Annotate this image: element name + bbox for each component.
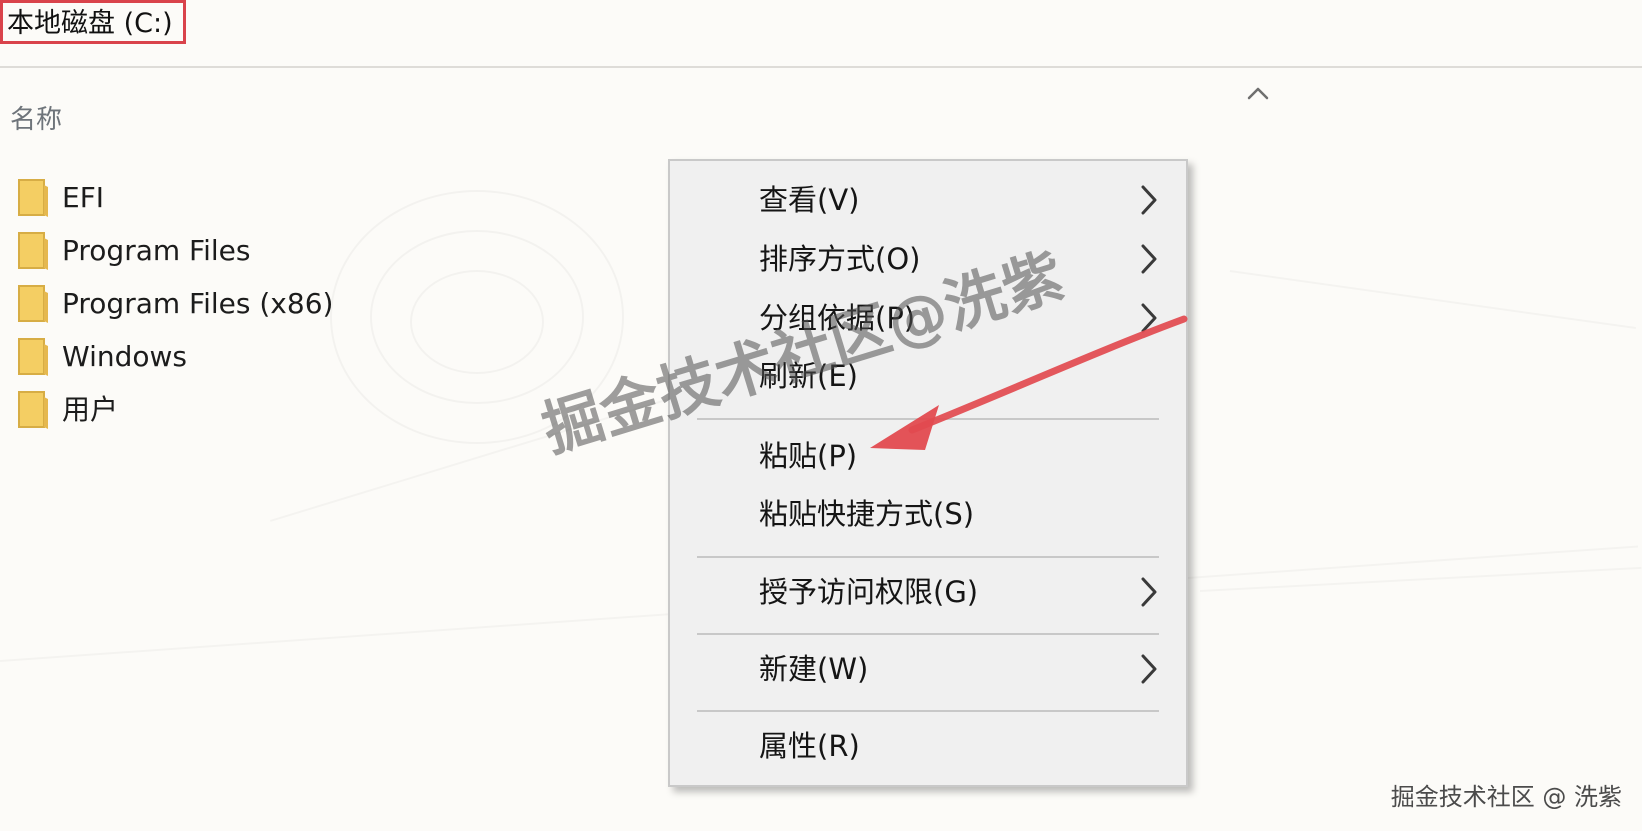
folder-icon [18,391,48,429]
file-name: Windows [62,340,187,373]
menu-item-properties[interactable]: 属性(R) [670,723,1186,769]
menu-item-label: 新建(W) [759,652,869,686]
menu-separator [697,418,1159,420]
menu-item-label: 属性(R) [759,729,860,763]
file-item-program-files[interactable]: Program Files [16,229,250,273]
file-item-program-files-x86[interactable]: Program Files (x86) [16,282,333,326]
menu-item-paste[interactable]: 粘贴(P) [670,433,1186,479]
file-name: 用户 [62,393,119,426]
file-list: EFI Program Files Program Files (x86) Wi… [0,0,600,450]
menu-separator [697,633,1159,635]
background-line [1200,567,1641,592]
menu-separator [697,556,1159,558]
menu-item-give-access[interactable]: 授予访问权限(G) [670,569,1186,615]
context-menu: 查看(V) 排序方式(O) 分组依据(P) 刷新(E) 粘贴(P) 粘贴快捷方式… [668,159,1188,787]
file-name: Program Files (x86) [62,287,334,320]
menu-item-label: 刷新(E) [759,359,858,393]
menu-item-label: 查看(V) [759,183,860,217]
chevron-up-icon[interactable] [1245,82,1271,106]
menu-separator [697,710,1159,712]
menu-item-label: 粘贴(P) [759,439,858,473]
folder-icon [18,232,48,270]
menu-item-paste-shortcut[interactable]: 粘贴快捷方式(S) [670,491,1186,537]
folder-icon [18,285,48,323]
menu-item-group-by[interactable]: 分组依据(P) [670,295,1186,341]
file-item-users[interactable]: 用户 [16,388,118,432]
background-line [1230,270,1636,329]
menu-item-label: 排序方式(O) [759,242,921,276]
chevron-right-icon [1141,654,1157,684]
folder-icon [18,179,48,217]
menu-item-label: 粘贴快捷方式(S) [759,497,975,531]
menu-item-label: 授予访问权限(G) [759,575,979,609]
menu-item-label: 分组依据(P) [759,301,916,335]
chevron-right-icon [1141,303,1157,333]
menu-item-sort-by[interactable]: 排序方式(O) [670,236,1186,282]
chevron-right-icon [1141,185,1157,215]
menu-item-view[interactable]: 查看(V) [670,177,1186,223]
file-item-windows[interactable]: Windows [16,335,187,379]
folder-icon [18,338,48,376]
menu-item-refresh[interactable]: 刷新(E) [670,353,1186,399]
chevron-right-icon [1141,244,1157,274]
watermark-corner: 掘金技术社区 @ 洗紫 [1390,783,1622,811]
chevron-right-icon [1141,577,1157,607]
file-name: Program Files [62,234,251,267]
file-name: EFI [62,181,105,214]
file-item-efi[interactable]: EFI [16,176,104,220]
menu-item-new[interactable]: 新建(W) [670,646,1186,692]
